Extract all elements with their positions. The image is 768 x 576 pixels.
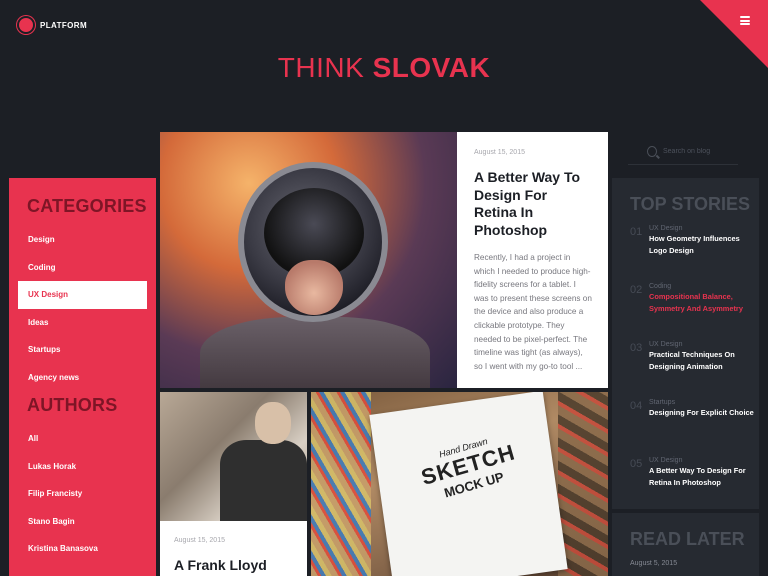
story-title[interactable]: A Better Way To Design For Retina In Pho…	[649, 465, 759, 488]
pencils-decoration	[311, 392, 371, 576]
post-card-sketch-mockup[interactable]: Hand Drawn SKETCH MOCK UP	[311, 392, 608, 576]
read-later-date: August 5, 2015	[630, 560, 678, 567]
astronaut-image[interactable]	[160, 132, 457, 388]
author-stano-bagin[interactable]: Stano Bagin	[9, 508, 156, 536]
categories-heading: CATEGORIES	[27, 196, 147, 216]
story-category: UX Design	[649, 457, 683, 464]
category-agency-news[interactable]: Agency news	[9, 364, 156, 392]
top-stories-panel: TOP STORIES 01 UX Design How Geometry In…	[612, 178, 759, 509]
featured-post-date: August 15, 2015	[474, 149, 525, 156]
featured-post-excerpt: Recently, I had a project in which I nee…	[474, 253, 592, 371]
suit-shape	[200, 317, 430, 388]
brand-logo[interactable]: PLATFORM	[19, 18, 87, 32]
card-a-title[interactable]: A Frank Lloyd	[174, 557, 307, 573]
story-number: 05	[630, 458, 643, 470]
story-item[interactable]: 02 Coding Compositional Balance, Symmetr…	[630, 283, 759, 331]
story-title[interactable]: How Geometry Influences Logo Design	[649, 233, 759, 256]
story-number: 03	[630, 342, 643, 354]
brand-name: PLATFORM	[40, 20, 88, 30]
category-ux-design[interactable]: UX Design	[18, 281, 147, 309]
card-a-date: August 15, 2015	[174, 537, 225, 544]
category-startups[interactable]: Startups	[9, 336, 156, 364]
search-input[interactable]	[663, 147, 738, 155]
author-list: All Lukas Horak Filip Francisty Stano Ba…	[9, 425, 156, 563]
read-later-heading: READ LATER	[630, 529, 745, 549]
story-number: 04	[630, 400, 643, 412]
story-item[interactable]: 01 UX Design How Geometry Influences Log…	[630, 225, 759, 273]
featured-post-card[interactable]: August 15, 2015 A Better Way To Design F…	[160, 132, 608, 388]
search-icon[interactable]	[647, 145, 657, 157]
logo-circle-icon	[19, 18, 33, 32]
authors-heading: AUTHORS	[27, 395, 118, 415]
category-design[interactable]: Design	[9, 226, 156, 254]
story-category: UX Design	[649, 341, 683, 348]
sidebar-left: CATEGORIES Design Coding UX Design Ideas…	[9, 178, 156, 576]
story-title[interactable]: Compositional Balance, Symmetry And Asym…	[649, 291, 759, 314]
story-item[interactable]: 05 UX Design A Better Way To Design For …	[630, 457, 759, 505]
page-title: THINK SLOVAK	[0, 52, 768, 84]
story-title[interactable]: Practical Techniques On Designing Animat…	[649, 349, 759, 372]
story-category: Coding	[649, 283, 672, 290]
title-bold: SLOVAK	[372, 52, 491, 83]
category-coding[interactable]: Coding	[9, 254, 156, 282]
story-number: 01	[630, 226, 643, 238]
featured-post-text: August 15, 2015 A Better Way To Design F…	[457, 132, 608, 388]
person-head-shape	[255, 402, 291, 444]
story-number: 02	[630, 284, 643, 296]
hamburger-menu-icon[interactable]	[740, 16, 750, 25]
story-item[interactable]: 04 Startups Designing For Explicit Choic…	[630, 399, 759, 447]
author-lukas-horak[interactable]: Lukas Horak	[9, 453, 156, 481]
top-stories-heading: TOP STORIES	[630, 194, 751, 214]
category-ideas[interactable]: Ideas	[9, 309, 156, 337]
story-category: UX Design	[649, 225, 683, 232]
tools-decoration	[558, 392, 608, 576]
person-body-shape	[220, 440, 307, 521]
read-later-panel: READ LATER August 5, 2015	[612, 513, 759, 576]
title-light: THINK	[277, 52, 365, 83]
author-kristina-banasova[interactable]: Kristina Banasova	[9, 535, 156, 563]
story-title[interactable]: Designing For Explicit Choice	[649, 407, 759, 419]
category-list: Design Coding UX Design Ideas Startups A…	[9, 226, 156, 391]
story-category: Startups	[649, 399, 676, 406]
architect-photo[interactable]	[160, 392, 307, 521]
face-shape	[285, 260, 343, 315]
card-a-text: August 15, 2015 A Frank Lloyd	[160, 521, 307, 573]
search-bar	[628, 138, 738, 165]
story-item[interactable]: 03 UX Design Practical Techniques On Des…	[630, 341, 759, 389]
post-card-frank-lloyd[interactable]: August 15, 2015 A Frank Lloyd	[160, 392, 307, 576]
author-filip-francisty[interactable]: Filip Francisty	[9, 480, 156, 508]
featured-post-title[interactable]: A Better Way To Design For Retina In Pho…	[474, 169, 592, 239]
author-all[interactable]: All	[9, 425, 156, 453]
